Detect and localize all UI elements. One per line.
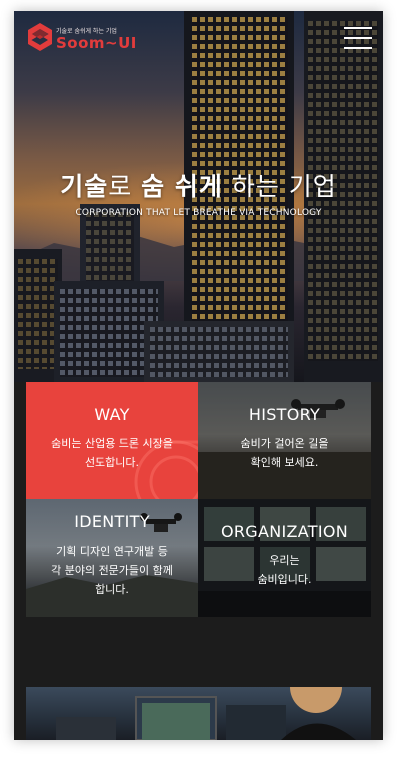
- logo-text-suffix: UI: [118, 34, 137, 52]
- workspace-photo: [26, 687, 371, 740]
- logo-text-main: Soom: [56, 34, 106, 52]
- hero-banner: 기술로 숨쉬게 하는 기업 Soom~UI 기술로 숨 쉬게 하는 기업 COR…: [14, 11, 383, 382]
- building-windows: [150, 327, 288, 377]
- tile-text-line2: 선도합니다.: [84, 456, 140, 469]
- hamburger-menu-icon[interactable]: [344, 27, 372, 49]
- tile-text-line3: 합니다.: [95, 583, 129, 596]
- tile-text-line1: 숨비는 산업용 드론 시장을: [51, 437, 173, 450]
- building-foreground: [144, 321, 294, 382]
- workspace-photo-art: [56, 687, 356, 740]
- phone-frame: 기술로 숨쉬게 하는 기업 Soom~UI 기술로 숨 쉬게 하는 기업 COR…: [14, 11, 383, 740]
- logo-wordmark: Soom~UI: [56, 34, 137, 52]
- hero-title-part4: 하는 기업: [222, 172, 337, 201]
- hero-title-part1: 기술: [60, 172, 109, 201]
- tile-history[interactable]: HISTORY 숨비가 걸어온 길을 확인해 보세요.: [198, 382, 371, 499]
- tile-organization[interactable]: ORGANIZATION 우리는 숨비입니다.: [198, 499, 371, 617]
- menu-line: [344, 47, 372, 49]
- tile-title: IDENTITY: [74, 512, 150, 531]
- tile-title: ORGANIZATION: [220, 522, 349, 541]
- menu-line: [344, 27, 372, 29]
- hero-title-part2: 로: [108, 172, 142, 201]
- building-windows: [18, 259, 58, 369]
- tile-text-line2: 확인해 보세요.: [250, 456, 319, 469]
- tile-text-line1: 숨비가 걸어온 길을: [240, 437, 329, 450]
- hero-subtitle: CORPORATION THAT LET BREATHE VIA TECHNOL…: [75, 208, 322, 218]
- hero-title: 기술로 숨 쉬게 하는 기업: [14, 167, 383, 203]
- tile-title: WAY: [94, 405, 130, 424]
- tile-identity[interactable]: IDENTITY 기획 디자인 연구개발 등 각 분야의 전문가들이 함께 합니…: [26, 499, 198, 617]
- menu-line: [344, 37, 372, 39]
- hero-title-part3: 숨 쉬게: [141, 172, 223, 201]
- tile-text-line1: 우리는: [269, 554, 300, 567]
- tile-text-line1: 기획 디자인 연구개발 등: [56, 545, 168, 558]
- logo[interactable]: 기술로 숨쉬게 하는 기업 Soom~UI: [26, 22, 136, 56]
- tile-title: HISTORY: [248, 405, 321, 424]
- tile-way[interactable]: WAY 숨비는 산업용 드론 시장을 선도합니다.: [26, 382, 198, 499]
- feature-grid: WAY 숨비는 산업용 드론 시장을 선도합니다. HISTORY 숨비가 걸어…: [26, 382, 371, 617]
- tile-text-line2: 각 분야의 전문가들이 함께: [51, 564, 173, 577]
- logo-separator: ~: [105, 34, 119, 52]
- tile-text-line2: 숨비입니다.: [257, 573, 312, 586]
- logo-mark-icon: [28, 23, 52, 51]
